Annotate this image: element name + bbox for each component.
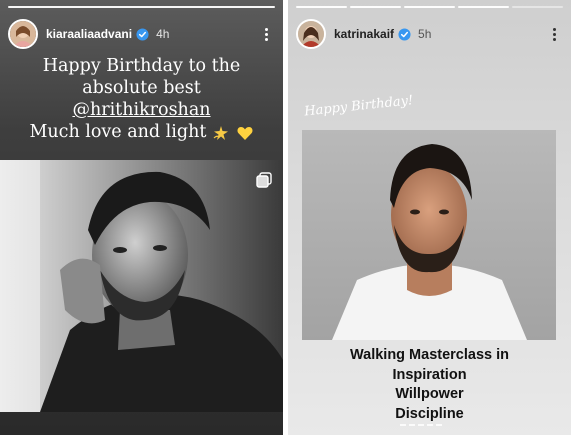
story-header: katrinakaif 5h [296, 18, 563, 50]
caption-line-1: Happy Birthday to the [42, 56, 241, 76]
caption-line-2: absolute best [82, 78, 201, 98]
progress-segment [8, 6, 275, 8]
more-options-icon[interactable] [545, 24, 563, 44]
tagline-line-4: Discipline [395, 405, 464, 422]
tagline-line-3: Willpower [395, 386, 464, 402]
progress-segment [350, 6, 401, 8]
handwritten-birthday-text: Happy Birthday! [303, 93, 412, 119]
post-time: 5h [418, 27, 432, 41]
progress-segment [512, 6, 563, 8]
story-pagination-dots [400, 424, 442, 426]
verified-badge-icon [136, 27, 149, 41]
tagline-line-1: Walking Masterclass in [349, 347, 510, 363]
story-caption: Happy Birthday to the absolute best @hri… [0, 55, 283, 143]
handwritten-text: Happy Birthday! [303, 93, 412, 119]
yellow-heart-icon [237, 126, 253, 140]
progress-segment [404, 6, 455, 8]
mention-link[interactable]: @hrithikroshan [72, 100, 210, 120]
story-progress-bar [296, 6, 563, 8]
story-progress-bar [8, 6, 275, 8]
tagline-line-2: Inspiration [392, 366, 467, 383]
username[interactable]: kiaraaliaadvani [46, 27, 132, 41]
caption-line-4: Much love and light [29, 122, 207, 142]
multiple-photos-icon [256, 172, 272, 188]
tagline-text: Walking Masterclass in Inspiration Willp… [288, 346, 571, 424]
story-photo [302, 130, 556, 340]
progress-segment [458, 6, 509, 8]
more-options-icon[interactable] [257, 24, 275, 44]
progress-segment [296, 6, 347, 8]
story-photo [0, 160, 283, 412]
verified-badge-icon [398, 27, 411, 41]
username[interactable]: katrinakaif [334, 27, 394, 41]
story-header: kiaraaliaadvani 4h [8, 18, 275, 50]
avatar[interactable] [8, 19, 38, 49]
dizzy-emoji-icon [213, 125, 228, 140]
post-time: 4h [156, 27, 170, 41]
avatar[interactable] [296, 19, 326, 49]
story-kiaraaliaadvani[interactable]: kiaraaliaadvani 4h Happy Birthday to the… [0, 0, 283, 435]
